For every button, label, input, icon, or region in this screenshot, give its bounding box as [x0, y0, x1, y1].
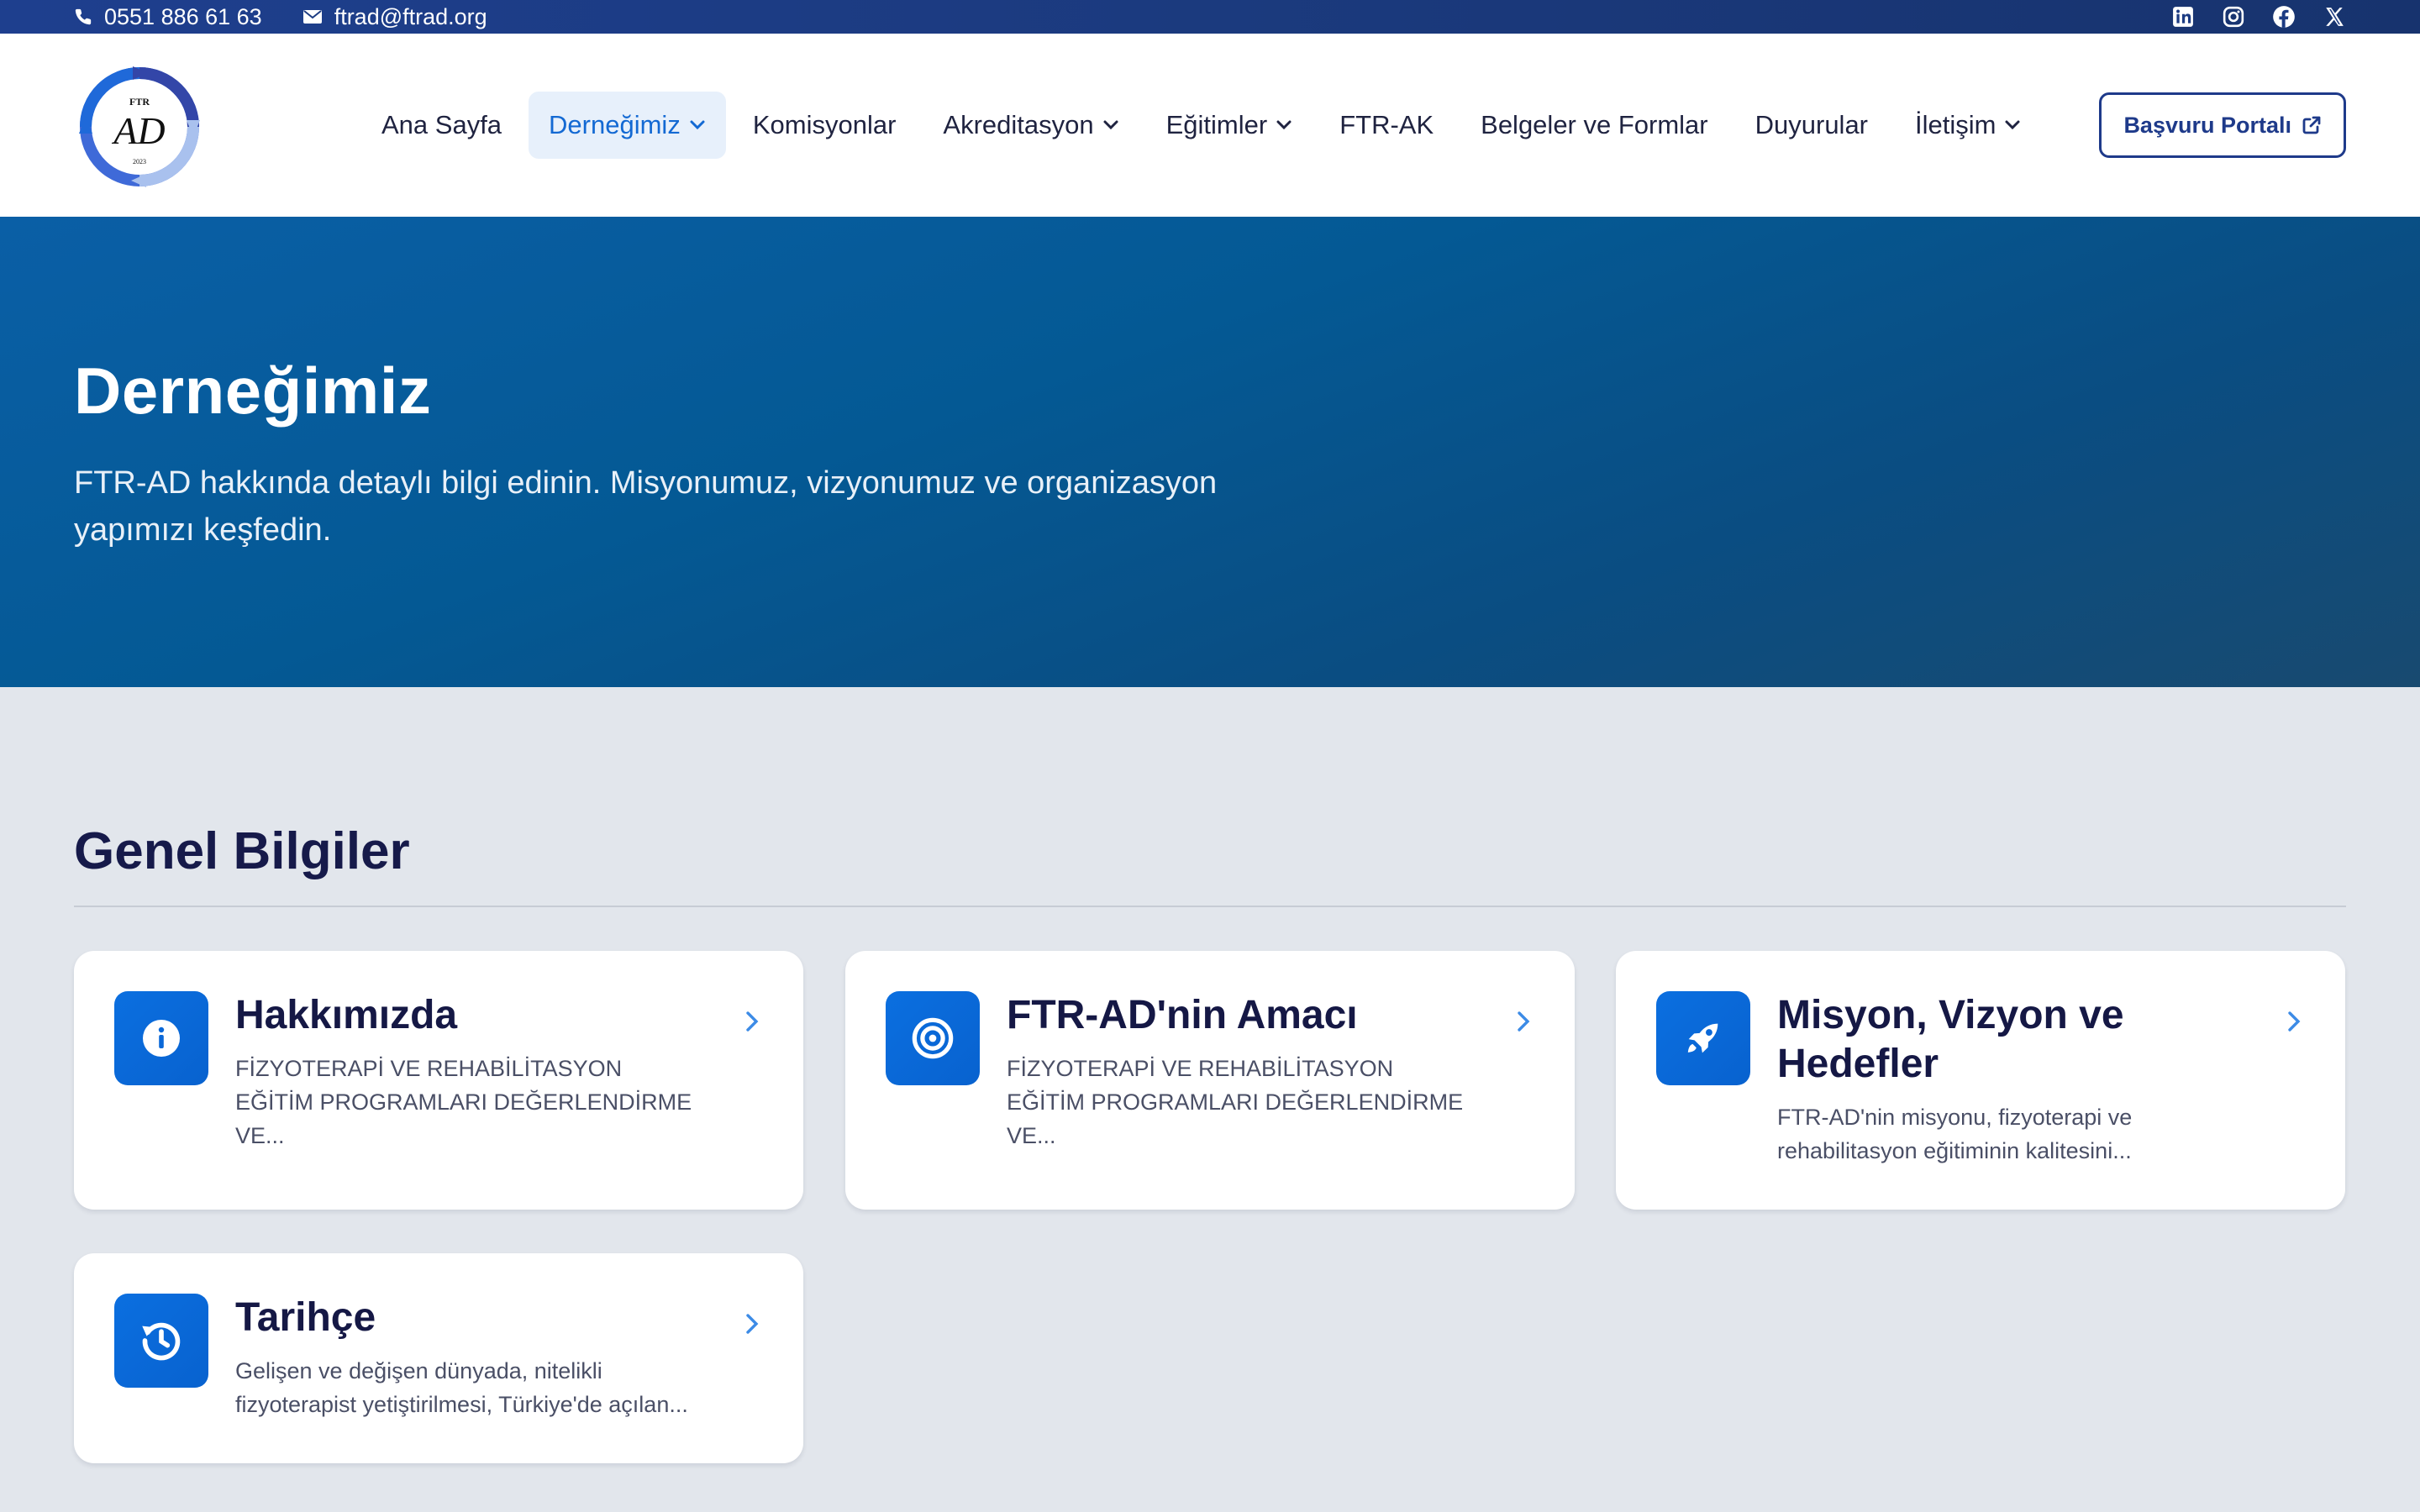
card-title: Hakkımızda — [235, 993, 458, 1037]
hero-banner: Derneğimiz FTR-AD hakkında detaylı bilgi… — [0, 217, 2420, 687]
card-title: Misyon, Vizyon ve Hedefler — [1777, 993, 2124, 1086]
main-nav: Ana Sayfa Derneğimiz Komisyonlar Akredit… — [361, 92, 2048, 159]
nav-label: FTR-AK — [1339, 110, 1434, 139]
chevron-down-icon — [2005, 120, 2020, 130]
card-icon-box — [114, 1294, 208, 1388]
logo-letters: AD — [111, 109, 165, 152]
portal-label: Başvuru Portalı — [2123, 112, 2291, 138]
section-title: Genel Bilgiler — [74, 822, 410, 880]
chevron-right-icon — [2288, 1011, 2301, 1032]
nav-item-commissions[interactable]: Komisyonlar — [733, 92, 917, 159]
email-contact[interactable]: ftrad@ftrad.org — [302, 4, 487, 30]
card-description: FİZYOTERAPİ VE REHABİLİTASYON EĞİTİM PRO… — [1007, 1056, 1464, 1148]
x-icon[interactable] — [2323, 5, 2346, 29]
card-description: Gelişen ve değişen dünyada, nitelikli fi… — [235, 1358, 688, 1417]
card-mission[interactable]: Misyon, Vizyon ve Hedefler FTR-AD'nin mi… — [1616, 951, 2345, 1210]
nav-label: Ana Sayfa — [381, 110, 502, 139]
chevron-down-icon — [1276, 120, 1292, 130]
history-icon — [142, 1322, 181, 1361]
nav-item-trainings[interactable]: Eğitimler — [1146, 92, 1313, 159]
phone-number: 0551 886 61 63 — [104, 3, 262, 29]
chevron-right-icon — [746, 1011, 759, 1032]
nav-label: Eğitimler — [1165, 110, 1268, 139]
card-purpose[interactable]: FTR-AD'nin Amacı FİZYOTERAPİ VE REHABİLİ… — [845, 951, 1575, 1210]
nav-item-home[interactable]: Ana Sayfa — [361, 92, 522, 159]
nav-label: İletişim — [1915, 110, 1996, 139]
card-icon-box — [886, 991, 980, 1085]
envelope-icon — [302, 10, 322, 24]
email-address: ftrad@ftrad.org — [334, 3, 487, 29]
nav-label: Komisyonlar — [752, 110, 897, 139]
nav-item-contact[interactable]: İletişim — [1895, 92, 2041, 159]
card-icon-box — [1656, 991, 1750, 1085]
social-links — [2171, 5, 2346, 29]
nav-label: Akreditasyon — [943, 110, 1094, 139]
card-description: FTR-AD'nin misyonu, fizyoterapi ve rehab… — [1777, 1105, 2133, 1163]
nav-item-about[interactable]: Derneğimiz — [529, 92, 726, 159]
phone-icon — [75, 8, 92, 25]
logo-top-text: FTR — [129, 96, 150, 108]
card-title: FTR-AD'nin Amacı — [1007, 993, 1358, 1037]
nav-item-ftr-ak[interactable]: FTR-AK — [1319, 92, 1454, 159]
nav-label: Belgeler ve Formlar — [1481, 110, 1708, 139]
chevron-down-icon — [690, 120, 705, 130]
facebook-icon[interactable] — [2272, 5, 2296, 29]
site-header: FTR AD 2023 Ana Sayfa Derneğimiz Komisyo… — [0, 34, 2420, 217]
nav-label: Duyurular — [1754, 110, 1869, 139]
logo-year: 2023 — [133, 158, 146, 165]
card-about[interactable]: Hakkımızda FİZYOTERAPİ VE REHABİLİTASYON… — [74, 951, 803, 1210]
card-description: FİZYOTERAPİ VE REHABİLİTASYON EĞİTİM PRO… — [235, 1056, 692, 1148]
phone-contact[interactable]: 0551 886 61 63 — [74, 4, 262, 30]
chevron-down-icon — [1103, 120, 1118, 130]
top-bar: 0551 886 61 63 ftrad@ftrad.org — [0, 0, 2420, 34]
nav-item-documents[interactable]: Belgeler ve Formlar — [1460, 92, 1728, 159]
card-icon-box — [114, 991, 208, 1085]
info-icon — [143, 1020, 180, 1057]
page-subtitle: FTR-AD hakkında detaylı bilgi edinin. Mi… — [74, 465, 1218, 548]
instagram-icon[interactable] — [2222, 5, 2245, 29]
rocket-icon — [1687, 1023, 1718, 1053]
target-icon — [912, 1017, 954, 1059]
nav-label: Derneğimiz — [549, 110, 681, 139]
nav-item-announcements[interactable]: Duyurular — [1735, 92, 1888, 159]
external-link-icon — [2302, 116, 2321, 134]
chevron-right-icon — [1518, 1011, 1530, 1032]
chevron-right-icon — [746, 1314, 759, 1334]
site-logo[interactable]: FTR AD 2023 — [74, 60, 205, 191]
page-title: Derneğimiz — [74, 354, 432, 428]
section-divider — [74, 906, 2346, 907]
application-portal-button[interactable]: Başvuru Portalı — [2099, 92, 2346, 158]
linkedin-icon[interactable] — [2171, 5, 2195, 29]
nav-item-accreditation[interactable]: Akreditasyon — [923, 92, 1139, 159]
card-title: Tarihçe — [235, 1295, 376, 1340]
card-history[interactable]: Tarihçe Gelişen ve değişen dünyada, nite… — [74, 1253, 803, 1463]
